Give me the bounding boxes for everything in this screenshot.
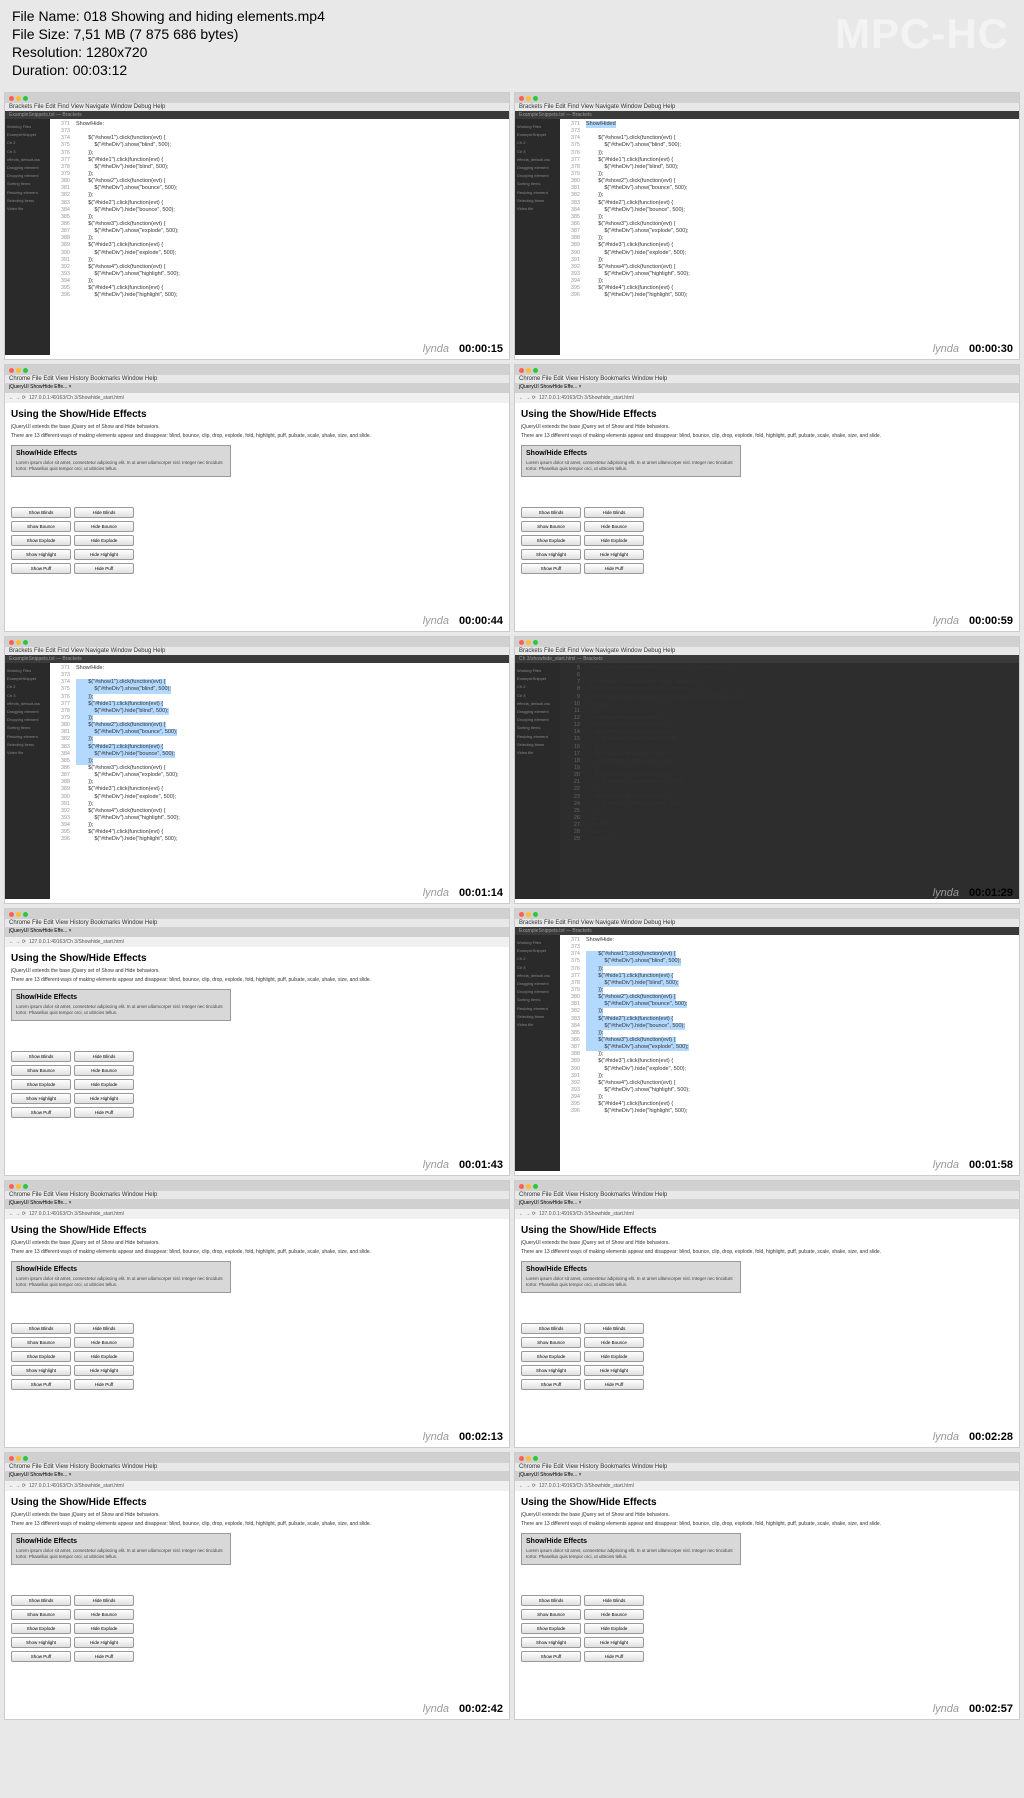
- effect-button[interactable]: Show Blinds: [521, 1323, 581, 1334]
- thumb-8: Brackets File Edit Find View Navigate Wi…: [514, 908, 1020, 1176]
- effect-button[interactable]: Hide Bounce: [74, 1065, 134, 1076]
- effect-button[interactable]: Show Puff: [11, 1379, 71, 1390]
- effect-button[interactable]: Hide Highlight: [74, 549, 134, 560]
- effect-button[interactable]: Show Explode: [521, 535, 581, 546]
- effect-button[interactable]: Show Blinds: [11, 1595, 71, 1606]
- brackets-sidebar: Working FilesExampleSnippetCh 2Ch 3effec…: [5, 119, 50, 355]
- thumb-10: Chrome File Edit View History Bookmarks …: [514, 1180, 1020, 1448]
- effects-box: Show/Hide Effects Lorem ipsum dolor sit …: [11, 445, 231, 477]
- effect-button[interactable]: Show Explode: [521, 1351, 581, 1362]
- thumb-1: Brackets File Edit Find View Navigate Wi…: [4, 92, 510, 360]
- effect-button[interactable]: Show Highlight: [521, 1365, 581, 1376]
- effect-button[interactable]: Show Puff: [11, 1651, 71, 1662]
- effect-button[interactable]: Show Highlight: [521, 549, 581, 560]
- effect-button[interactable]: Hide Puff: [584, 563, 644, 574]
- effect-button[interactable]: Show Bounce: [521, 1337, 581, 1348]
- effect-button[interactable]: Show Bounce: [521, 521, 581, 532]
- thumbnail-grid: Brackets File Edit Find View Navigate Wi…: [0, 88, 1024, 1724]
- timestamp: 00:00:15: [459, 343, 503, 355]
- mpc-watermark: MPC-HC: [835, 10, 1009, 58]
- effect-button[interactable]: Show Puff: [11, 563, 71, 574]
- thumb-7: Chrome File Edit View History Bookmarks …: [4, 908, 510, 1176]
- effect-button[interactable]: Show Bounce: [521, 1609, 581, 1620]
- file-info-header: File Name: 018 Showing and hiding elemen…: [0, 0, 1024, 88]
- effect-button[interactable]: Hide Bounce: [74, 521, 134, 532]
- thumb-2: Brackets File Edit Find View Navigate Wi…: [514, 92, 1020, 360]
- effect-button[interactable]: Show Explode: [11, 535, 71, 546]
- effect-button[interactable]: Show Explode: [521, 1623, 581, 1634]
- effect-button[interactable]: Hide Puff: [74, 1651, 134, 1662]
- tab-title: ExampleSnippets.txt — Brackets: [5, 111, 509, 119]
- thumb-11: Chrome File Edit View History Bookmarks …: [4, 1452, 510, 1720]
- effect-button[interactable]: Hide Blinds: [584, 507, 644, 518]
- effect-button[interactable]: Show Bounce: [11, 1065, 71, 1076]
- effect-button[interactable]: Show Bounce: [11, 1609, 71, 1620]
- thumb-4: Chrome File Edit View History Bookmarks …: [514, 364, 1020, 632]
- effect-button[interactable]: Show Highlight: [521, 1637, 581, 1648]
- effect-button[interactable]: Show Puff: [11, 1107, 71, 1118]
- effect-button[interactable]: Show Highlight: [11, 1365, 71, 1376]
- thumb-3: Chrome File Edit View History Bookmarks …: [4, 364, 510, 632]
- menubar: Brackets File Edit Find View Navigate Wi…: [5, 103, 509, 111]
- effect-button[interactable]: Show Blinds: [521, 507, 581, 518]
- effect-button[interactable]: Hide Highlight: [584, 549, 644, 560]
- effect-button[interactable]: Show Bounce: [11, 1337, 71, 1348]
- effect-button[interactable]: Show Puff: [521, 563, 581, 574]
- effect-button[interactable]: Show Puff: [521, 1651, 581, 1662]
- effect-button[interactable]: Hide Explode: [74, 1079, 134, 1090]
- effect-button[interactable]: Show Explode: [11, 1079, 71, 1090]
- thumb-12: Chrome File Edit View History Bookmarks …: [514, 1452, 1020, 1720]
- effect-button[interactable]: Hide Highlight: [584, 1637, 644, 1648]
- effect-button[interactable]: Hide Highlight: [584, 1365, 644, 1376]
- effect-button[interactable]: Hide Blinds: [74, 1595, 134, 1606]
- effect-button[interactable]: Hide Puff: [584, 1379, 644, 1390]
- effect-button[interactable]: Hide Explode: [74, 535, 134, 546]
- effect-button[interactable]: Hide Puff: [74, 1107, 134, 1118]
- thumb-6: Brackets File Edit Find View Navigate Wi…: [514, 636, 1020, 904]
- effect-button[interactable]: Show Blinds: [11, 1323, 71, 1334]
- effect-button[interactable]: Hide Highlight: [74, 1093, 134, 1104]
- effect-button[interactable]: Hide Explode: [584, 535, 644, 546]
- effect-button[interactable]: Show Highlight: [11, 549, 71, 560]
- effect-button[interactable]: Hide Explode: [584, 1623, 644, 1634]
- effect-button[interactable]: Hide Highlight: [74, 1365, 134, 1376]
- effect-button[interactable]: Show Highlight: [11, 1093, 71, 1104]
- effect-button[interactable]: Hide Puff: [74, 1379, 134, 1390]
- effect-button[interactable]: Show Puff: [521, 1379, 581, 1390]
- effect-button[interactable]: Hide Puff: [584, 1651, 644, 1662]
- effect-button[interactable]: Hide Puff: [74, 563, 134, 574]
- effect-button[interactable]: Hide Bounce: [584, 1337, 644, 1348]
- effect-button[interactable]: Hide Blinds: [584, 1323, 644, 1334]
- effect-button[interactable]: Hide Bounce: [584, 521, 644, 532]
- effect-button[interactable]: Hide Blinds: [74, 1323, 134, 1334]
- effect-button[interactable]: Hide Blinds: [584, 1595, 644, 1606]
- effect-button[interactable]: Hide Explode: [74, 1351, 134, 1362]
- page-title: Using the Show/Hide Effects: [11, 409, 503, 420]
- effect-button[interactable]: Show Highlight: [11, 1637, 71, 1648]
- effect-button[interactable]: Hide Bounce: [74, 1337, 134, 1348]
- lynda-watermark: lynda: [423, 343, 449, 355]
- effect-button[interactable]: Show Blinds: [11, 1051, 71, 1062]
- effect-button[interactable]: Hide Blinds: [74, 1051, 134, 1062]
- effect-button[interactable]: Show Bounce: [11, 521, 71, 532]
- effect-button[interactable]: Hide Explode: [584, 1351, 644, 1362]
- effect-button[interactable]: Show Blinds: [11, 507, 71, 518]
- effect-button[interactable]: Show Blinds: [521, 1595, 581, 1606]
- effect-button[interactable]: Hide Highlight: [74, 1637, 134, 1648]
- code-editor: 371Show/Hide:373374 $("#show1").click(fu…: [50, 119, 509, 355]
- effect-button[interactable]: Hide Explode: [74, 1623, 134, 1634]
- url-bar: ← → ⟳127.0.0.1:49163/Ch 3/Showhide_start…: [5, 393, 509, 403]
- effect-button[interactable]: Show Explode: [11, 1351, 71, 1362]
- effect-button[interactable]: Show Explode: [11, 1623, 71, 1634]
- thumb-9: Chrome File Edit View History Bookmarks …: [4, 1180, 510, 1448]
- thumb-5: Brackets File Edit Find View Navigate Wi…: [4, 636, 510, 904]
- effect-button[interactable]: Hide Bounce: [584, 1609, 644, 1620]
- effect-button[interactable]: Hide Blinds: [74, 507, 134, 518]
- effect-button[interactable]: Hide Bounce: [74, 1609, 134, 1620]
